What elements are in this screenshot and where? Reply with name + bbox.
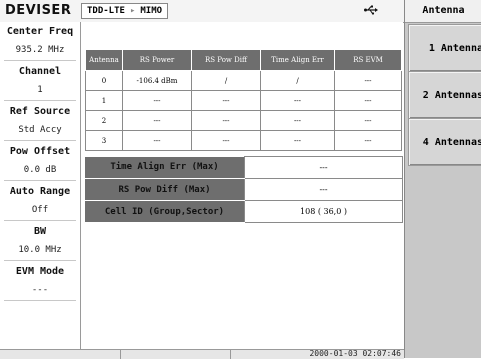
summary-label: Cell ID (Group,Sector) xyxy=(85,200,245,223)
table-cell: -106.4 dBm xyxy=(122,70,192,91)
param-value: --- xyxy=(4,281,76,301)
table-cell: --- xyxy=(191,90,261,111)
table-cell: --- xyxy=(191,130,261,151)
param-label: Center Freq xyxy=(6,26,74,37)
mode-primary: TDD-LTE xyxy=(87,6,125,16)
column-header: RS EVM xyxy=(334,49,402,71)
table-row: 3 --- --- --- --- xyxy=(85,130,402,151)
param-label: Pow Offset xyxy=(9,146,71,157)
table-cell: --- xyxy=(334,110,402,131)
top-bar: DEVISER TDD-LTE ▸ MIMO xyxy=(0,0,404,23)
table-row: 1 --- --- --- --- xyxy=(85,90,402,111)
param-value: 935.2 MHz xyxy=(4,41,76,61)
softkey-label: 1 Antenna xyxy=(428,42,481,54)
table-row: 2 --- --- --- --- xyxy=(85,110,402,131)
param-value: 10.0 MHz xyxy=(4,241,76,261)
brand-logo: DEVISER xyxy=(5,3,72,18)
param-auto-range[interactable]: Auto Range Off xyxy=(0,182,80,222)
measurement-area: Antenna RS Power RS Pow Diff Time Align … xyxy=(81,22,403,349)
summary-table: Time Align Err (Max) --- RS Pow Diff (Ma… xyxy=(85,156,403,223)
table-cell: --- xyxy=(260,90,335,111)
summary-value: 108 ( 36,0 ) xyxy=(244,200,403,223)
param-center-freq[interactable]: Center Freq 935.2 MHz xyxy=(0,22,80,62)
table-row: 0 -106.4 dBm / / --- xyxy=(85,70,402,91)
table-row: Time Align Err (Max) --- xyxy=(85,156,403,179)
param-evm-mode[interactable]: EVM Mode --- xyxy=(0,262,80,302)
softkey-1-antenna[interactable]: 1 Antenna xyxy=(408,24,481,72)
table-cell: --- xyxy=(122,110,192,131)
antenna-table: Antenna RS Power RS Pow Diff Time Align … xyxy=(85,49,402,151)
column-header: Time Align Err xyxy=(260,49,335,71)
param-label: Channel xyxy=(18,66,62,77)
table-cell: --- xyxy=(334,130,402,151)
table-cell: 3 xyxy=(85,130,123,151)
table-cell: --- xyxy=(334,70,402,91)
param-value: Std Accy xyxy=(4,121,76,141)
mode-indicator: TDD-LTE ▸ MIMO xyxy=(81,3,169,19)
table-cell: 2 xyxy=(85,110,123,131)
softkey-panel: Antenna 1 Antenna 2 Antennas 4 Antennas xyxy=(404,0,481,358)
column-header: RS Pow Diff xyxy=(191,49,261,71)
softkey-4-antennas[interactable]: 4 Antennas xyxy=(408,118,481,166)
param-bw[interactable]: BW 10.0 MHz xyxy=(0,222,80,262)
param-ref-source[interactable]: Ref Source Std Accy xyxy=(0,102,80,142)
summary-value: --- xyxy=(244,178,403,201)
table-cell: --- xyxy=(260,110,335,131)
table-cell: 1 xyxy=(85,90,123,111)
summary-value: --- xyxy=(244,156,403,179)
softkey-label: 2 Antennas xyxy=(422,89,481,101)
param-value: 0.0 dB xyxy=(4,161,76,181)
param-label: Ref Source xyxy=(9,106,71,117)
table-row: Cell ID (Group,Sector) 108 ( 36,0 ) xyxy=(85,200,403,223)
table-header-row: Antenna RS Power RS Pow Diff Time Align … xyxy=(85,49,402,71)
table-cell: 0 xyxy=(85,70,123,91)
table-cell: --- xyxy=(260,130,335,151)
column-header: Antenna xyxy=(85,49,123,71)
table-cell: / xyxy=(260,70,335,91)
softkey-label: 4 Antennas xyxy=(422,136,481,148)
parameter-panel: Center Freq 935.2 MHz Channel 1 Ref Sour… xyxy=(0,22,81,349)
table-cell: --- xyxy=(122,90,192,111)
param-value: 1 xyxy=(4,81,76,101)
table-cell: --- xyxy=(191,110,261,131)
summary-label: RS Pow Diff (Max) xyxy=(85,178,245,201)
mode-secondary: MIMO xyxy=(140,6,163,16)
param-channel[interactable]: Channel 1 xyxy=(0,62,80,102)
param-label: EVM Mode xyxy=(15,266,65,277)
param-label: BW xyxy=(33,226,47,237)
param-value: Off xyxy=(4,201,76,221)
column-header: RS Power xyxy=(122,49,192,71)
table-cell: --- xyxy=(122,130,192,151)
status-datetime: 2000-01-03 02:07:46 xyxy=(309,349,401,358)
table-cell: / xyxy=(191,70,261,91)
param-label: Auto Range xyxy=(9,186,71,197)
param-pow-offset[interactable]: Pow Offset 0.0 dB xyxy=(0,142,80,182)
summary-label: Time Align Err (Max) xyxy=(85,156,245,179)
softkey-menu-title: Antenna xyxy=(405,0,481,23)
table-row: RS Pow Diff (Max) --- xyxy=(85,178,403,201)
softkey-2-antennas[interactable]: 2 Antennas xyxy=(408,71,481,119)
table-cell: --- xyxy=(334,90,402,111)
usb-icon xyxy=(364,4,378,18)
